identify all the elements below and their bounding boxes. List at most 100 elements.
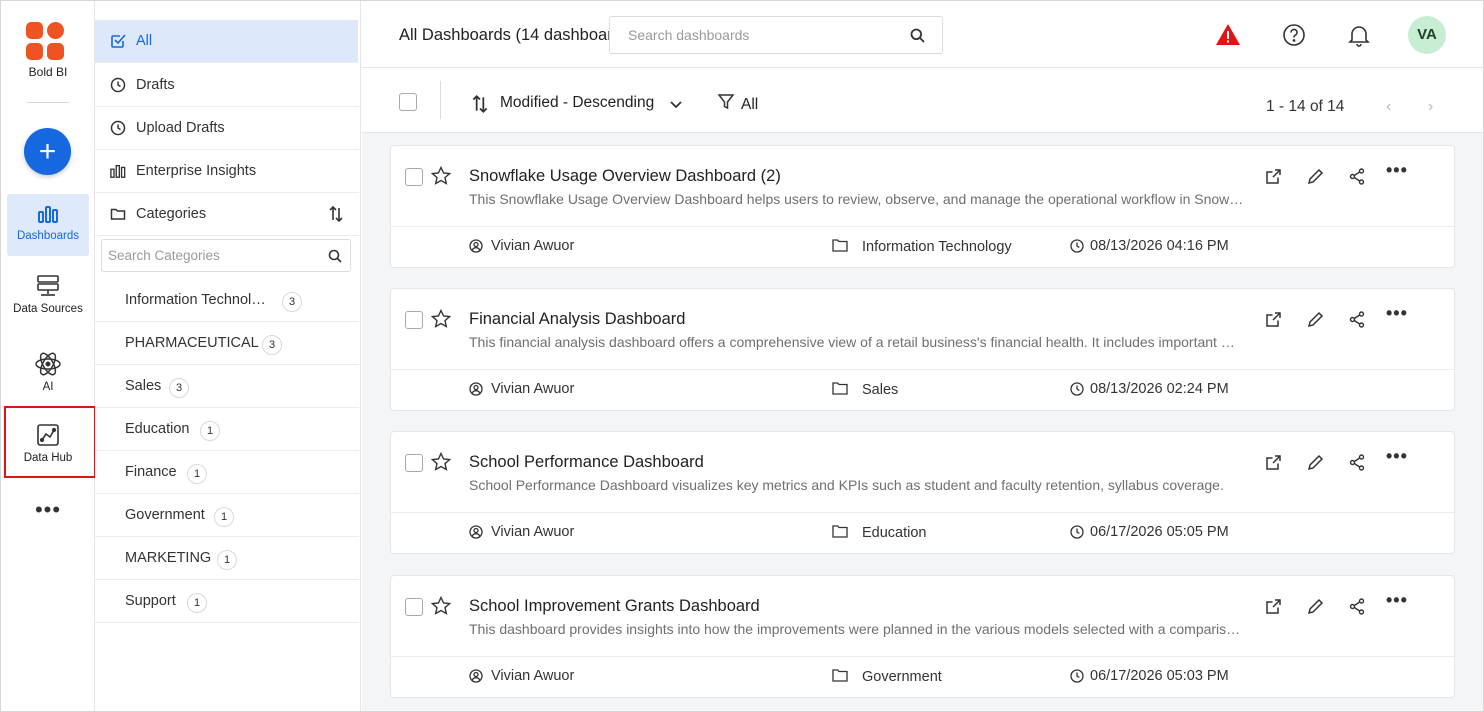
- category-item[interactable]: Information Technology 3: [95, 279, 359, 322]
- pagination-info: 1 - 14 of 14: [1266, 98, 1345, 115]
- dashboard-title[interactable]: School Performance Dashboard: [469, 453, 704, 472]
- category-item[interactable]: PHARMACEUTICAL 3: [95, 322, 359, 365]
- dashboard-search: [609, 16, 943, 54]
- select-all-checkbox[interactable]: [399, 93, 417, 111]
- clock-icon: [1070, 382, 1084, 396]
- card-checkbox[interactable]: [405, 311, 423, 329]
- dashboard-modified-time: 06/17/2026 05:03 PM: [1090, 668, 1229, 684]
- open-external-icon[interactable]: [1265, 598, 1282, 615]
- category-name: MARKETING: [125, 550, 212, 566]
- alert-warning-icon[interactable]: [1215, 23, 1241, 47]
- share-icon[interactable]: [1349, 454, 1365, 471]
- more-options-icon[interactable]: •••: [1386, 303, 1408, 324]
- category-count-badge: 3: [282, 292, 302, 312]
- rail-more-icon[interactable]: •••: [1, 499, 95, 521]
- open-external-icon[interactable]: [1265, 454, 1282, 471]
- user-avatar[interactable]: VA: [1408, 16, 1446, 54]
- card-checkbox[interactable]: [405, 454, 423, 472]
- sort-icon[interactable]: [327, 205, 345, 223]
- dashboard-card[interactable]: School Performance Dashboard School Perf…: [390, 431, 1455, 554]
- star-favorite-icon[interactable]: [431, 166, 451, 186]
- category-name: Education: [125, 421, 190, 437]
- dashboard-search-input[interactable]: [610, 17, 900, 53]
- notification-bell-icon[interactable]: [1348, 23, 1370, 47]
- category-search-input[interactable]: [102, 240, 322, 271]
- more-options-icon[interactable]: •••: [1386, 446, 1408, 467]
- category-item[interactable]: MARKETING 1: [95, 537, 359, 580]
- dashboard-description: This Snowflake Usage Overview Dashboard …: [469, 191, 1244, 207]
- more-options-icon[interactable]: •••: [1386, 590, 1408, 611]
- more-options-icon[interactable]: •••: [1386, 160, 1408, 181]
- dashboard-owner: Vivian Awuor: [491, 524, 575, 540]
- dashboard-description: This dashboard provides insights into ho…: [469, 621, 1244, 637]
- edit-pencil-icon[interactable]: [1307, 454, 1324, 471]
- edit-pencil-icon[interactable]: [1307, 168, 1324, 185]
- category-item[interactable]: Sales 3: [95, 365, 359, 408]
- user-circle-icon: [469, 239, 483, 253]
- card-checkbox[interactable]: [405, 168, 423, 186]
- category-name: Information Technology: [125, 292, 270, 308]
- folder-icon: [832, 525, 848, 538]
- nav-item-label: Drafts: [136, 77, 175, 93]
- category-count-badge: 1: [217, 550, 237, 570]
- search-icon[interactable]: [910, 28, 925, 43]
- open-external-icon[interactable]: [1265, 168, 1282, 185]
- category-name: Sales: [125, 378, 162, 394]
- dashboard-card[interactable]: Financial Analysis Dashboard This financ…: [390, 288, 1455, 411]
- star-favorite-icon[interactable]: [431, 452, 451, 472]
- clock-icon: [1070, 239, 1084, 253]
- search-icon[interactable]: [328, 249, 342, 263]
- edit-pencil-icon[interactable]: [1307, 598, 1324, 615]
- logo-text: Bold BI: [28, 65, 68, 79]
- share-icon[interactable]: [1349, 168, 1365, 185]
- rail-item-ai[interactable]: AI: [7, 343, 89, 405]
- star-favorite-icon[interactable]: [431, 596, 451, 616]
- help-icon[interactable]: [1282, 23, 1306, 47]
- category-item[interactable]: Support 1: [95, 580, 359, 623]
- category-item[interactable]: Finance 1: [95, 451, 359, 494]
- clock-icon: [110, 120, 126, 136]
- star-favorite-icon[interactable]: [431, 309, 451, 329]
- folder-icon: [110, 208, 126, 220]
- bold-bi-logo-icon[interactable]: [23, 19, 67, 63]
- folder-icon: [832, 382, 848, 395]
- dashboard-category: Government: [862, 669, 942, 685]
- nav-item-label: All: [136, 33, 153, 49]
- checkbox-checked-icon: [111, 34, 126, 48]
- dashboard-title[interactable]: School Improvement Grants Dashboard: [469, 597, 760, 616]
- category-item[interactable]: Education 1: [95, 408, 359, 451]
- atom-icon: [35, 352, 61, 376]
- next-page-button[interactable]: ›: [1428, 98, 1433, 116]
- user-circle-icon: [469, 382, 483, 396]
- card-divider: [391, 369, 1454, 370]
- share-icon[interactable]: [1349, 311, 1365, 328]
- rail-item-data-sources[interactable]: Data Sources: [7, 265, 89, 327]
- rail-divider: [27, 102, 69, 103]
- card-divider: [391, 656, 1454, 657]
- nav-item-drafts[interactable]: Drafts: [95, 64, 359, 107]
- nav-item-enterprise-insights[interactable]: Enterprise Insights: [95, 150, 359, 193]
- dashboard-card[interactable]: School Improvement Grants Dashboard This…: [390, 575, 1455, 698]
- dashboard-title[interactable]: Snowflake Usage Overview Dashboard (2): [469, 167, 781, 186]
- dashboard-title[interactable]: Financial Analysis Dashboard: [469, 310, 685, 329]
- nav-item-upload-drafts[interactable]: Upload Drafts: [95, 107, 359, 150]
- create-button[interactable]: +: [24, 128, 71, 175]
- folder-icon: [832, 239, 848, 252]
- card-checkbox[interactable]: [405, 598, 423, 616]
- category-count-badge: 3: [262, 335, 282, 355]
- list-toolbar: Modified - Descending All 1 - 14 of 14 ‹…: [362, 68, 1483, 133]
- sort-label: Modified - Descending: [500, 94, 655, 111]
- card-divider: [391, 226, 1454, 227]
- share-icon[interactable]: [1349, 598, 1365, 615]
- dashboard-modified-time: 06/17/2026 05:05 PM: [1090, 524, 1229, 540]
- filter-icon: [717, 94, 735, 110]
- open-external-icon[interactable]: [1265, 311, 1282, 328]
- bar-chart-icon: [38, 206, 58, 223]
- category-item[interactable]: Government 1: [95, 494, 359, 537]
- nav-item-all[interactable]: All: [95, 20, 358, 63]
- dashboard-card[interactable]: Snowflake Usage Overview Dashboard (2) T…: [390, 145, 1455, 268]
- edit-pencil-icon[interactable]: [1307, 311, 1324, 328]
- prev-page-button[interactable]: ‹: [1386, 98, 1391, 116]
- nav-item-categories[interactable]: Categories: [95, 193, 359, 236]
- rail-item-dashboards[interactable]: Dashboards: [7, 194, 89, 256]
